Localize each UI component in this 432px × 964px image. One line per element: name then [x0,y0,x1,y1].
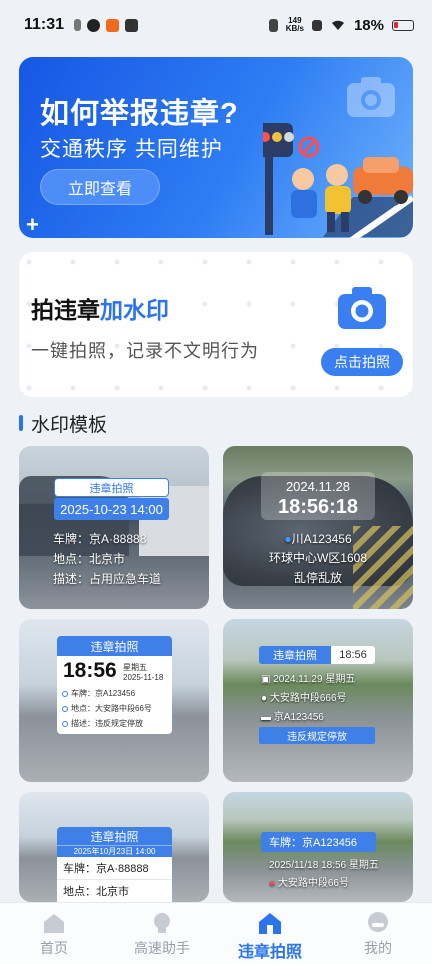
template-desc: 乱停乱放 [293,571,342,585]
camera-icon [338,287,386,329]
bullet-icon [62,720,68,727]
template-weekday: 星期五 [123,663,147,672]
car-icon: ▬ [261,712,274,723]
sim-icon [74,19,82,31]
template-subheader: 2025年10月23日 14:00 [57,845,172,857]
template-datetime-row: ▣ 2024.11.29 星期五 [261,670,355,685]
tab-highway-label: 高速助手 [134,940,190,956]
watermark-headline: 拍违章加水印 [31,291,169,325]
location-pin-icon: ● [269,878,278,889]
view-now-button[interactable]: 立即查看 [40,169,160,205]
template-date: 2024.11.28 [285,479,351,494]
tab-home-label: 首页 [40,940,68,956]
template-desc: 描述：违反规定停放 [71,719,143,728]
decor-plus-icon: + [26,212,39,237]
section-title: 水印模板 [31,414,108,436]
section-accent-bar [19,415,23,431]
traffic-illustration [263,123,413,238]
location-pin-icon: ● [261,693,270,704]
template-place: 大安路中段666号 [269,693,347,704]
calendar-icon: ▣ [261,674,274,685]
clock: 11:31 [24,16,65,33]
tab-mine-label: 我的 [364,940,392,956]
template-place-row: 地点：大安路中段66号 [62,703,152,714]
take-photo-button[interactable]: 点击拍照 [321,348,403,376]
template-plate-text: 川A123456 [291,532,352,546]
template-datetime: 2024.11.29 星期五 [273,674,356,685]
wifi-icon [331,20,344,30]
template-plate-row: ▬ 京A123456 [261,708,324,723]
net-speed: 149 KB/s [286,17,304,33]
template-header-time: 18:56 [331,646,375,664]
watermark-template-4[interactable]: 违章拍照 18:56 ▣ 2024.11.29 星期五 ● 大安路中段666号 … [223,619,413,782]
template-desc: 描述：占用应急车道 [53,572,162,586]
house-active-icon [259,913,281,934]
template-date: 2025-11-18 [123,673,164,682]
tab-home[interactable]: 首页 [0,903,108,964]
system-icons: 149 KB/s 18% [268,16,414,34]
template-place: 环球中心W区1608 [268,551,368,565]
template-plate: 京A123456 [273,712,324,723]
template-place-row: ● 大安路中段666号 [261,689,347,704]
template-header: 违章拍照 [57,827,172,845]
battery-icon [392,19,414,31]
template-footer: 违反规定停放 [259,727,375,744]
template-plate: 车牌：京A·88888 [53,532,147,546]
banner-title: 如何举报违章? [40,98,239,130]
section-heading: 水印模板 [19,411,108,436]
lightbulb-icon [154,913,170,933]
profile-icon [368,912,388,932]
bullet-icon [62,690,68,697]
template-plate-row: 车牌：京A123456 [62,688,135,699]
notification-icons [74,18,139,32]
watermark-template-5[interactable]: 违章拍照 2025年10月23日 14:00 车牌：京A·88888 地点：北京… [19,792,209,902]
watermark-template-3[interactable]: 违章拍照 18:56 星期五 2025-11-18 车牌：京A123456 地点… [19,619,209,782]
status-bar: 11:31 149 KB/s 18% [0,0,432,50]
template-datetime: 2025/11/18 18:56 星期五 [269,860,379,871]
headline-accent: 加水印 [100,297,169,323]
watermark-template-6[interactable]: 车牌：京A123456 2025/11/18 18:56 星期五 ● 大安路中段… [223,792,413,902]
template-header: 违章拍照 [57,636,172,656]
tab-highway-assistant[interactable]: 高速助手 [108,903,216,964]
watermark-template-2[interactable]: 2024.11.28 18:56:18 ●川A123456 环球中心W区1608… [223,446,413,609]
headline-plain: 拍违章 [31,297,100,323]
home-icon [44,914,64,933]
template-ribbon: 违章拍照 [54,478,169,497]
template-header: 违章拍照 18:56 [259,646,375,664]
template-plate: ●川A123456 [223,530,413,547]
tab-violation-photo[interactable]: 违章拍照 [216,903,324,964]
template-time: 18:56 [63,659,117,682]
message-app-icon [125,18,139,32]
app-notify-icon [87,18,101,32]
template-plate: 车牌：京A123456 [261,832,376,852]
photo-watermark-card[interactable]: 拍违章加水印 一键拍照，记录不文明行为 点击拍照 [19,252,413,397]
bullet-icon [62,705,68,712]
template-plate: 车牌：京A123456 [71,689,136,698]
template-place-row: ● 大安路中段66号 [269,874,349,889]
template-time: 18:56:18 [277,496,359,518]
location-pin-icon: ● [284,532,292,546]
template-header-label: 违章拍照 [259,646,331,664]
template-place: 地点：大安路中段66号 [71,704,152,713]
template-desc-row: 描述：违反规定停放 [62,718,143,729]
template-place: 地点：北京市 [53,552,126,566]
tab-violation-label: 违章拍照 [237,944,302,961]
shopping-app-icon [106,18,120,32]
net-speed-unit: KB/s [285,24,304,33]
watermark-template-1[interactable]: 违章拍照 2025-10-23 14:00 车牌：京A·88888 地点：北京市… [19,446,209,609]
template-plate: 车牌：京A·88888 [57,857,172,880]
vibrate-icon [268,18,278,32]
template-datetime: 2025-10-23 14:00 [54,498,169,520]
battery-percent: 18% [353,16,384,34]
report-guide-banner[interactable]: 如何举报违章? 交通秩序 共同维护 立即查看 + [19,57,413,238]
nfc-icon [311,19,322,31]
template-place: 地点：北京市 [57,880,172,902]
template-panel: 违章拍照 2025年10月23日 14:00 车牌：京A·88888 地点：北京… [57,827,172,902]
bottom-tab-bar: 首页 高速助手 违章拍照 我的 [0,902,432,964]
template-place: 大安路中段66号 [277,878,349,889]
template-panel: 违章拍照 18:56 星期五 2025-11-18 车牌：京A123456 地点… [57,636,172,734]
watermark-tagline: 一键拍照，记录不文明行为 [31,341,259,361]
tab-mine[interactable]: 我的 [324,903,432,964]
banner-subtitle: 交通秩序 共同维护 [40,138,223,161]
